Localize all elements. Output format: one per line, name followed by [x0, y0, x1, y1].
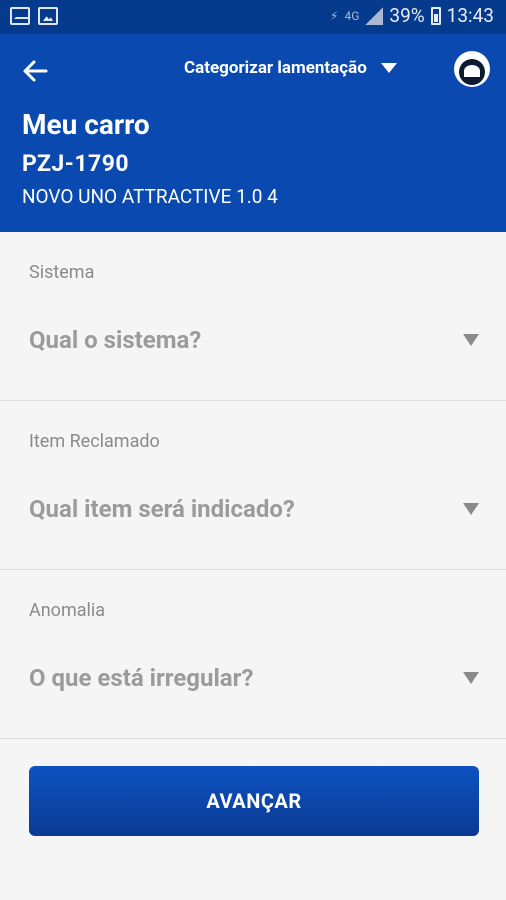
car-plate: PZJ-1790 — [22, 150, 130, 177]
select-placeholder: Qual o sistema? — [29, 326, 202, 354]
network-type-label: 4G — [344, 8, 360, 23]
category-dropdown[interactable]: Categorizar lamentação — [184, 58, 397, 78]
field-sistema: Sistema Qual o sistema? — [0, 232, 506, 401]
sistema-select[interactable]: Qual o sistema? — [29, 322, 481, 358]
clock: 13:43 — [446, 4, 494, 27]
field-label: Anomalia — [29, 600, 106, 621]
advance-button[interactable]: AVANÇAR — [29, 766, 479, 836]
dropdown-arrow-icon — [463, 334, 479, 346]
mail-notification-icon — [10, 7, 30, 25]
field-anomalia: Anomalia O que está irregular? — [0, 570, 506, 739]
back-arrow-icon[interactable] — [20, 56, 50, 86]
signal-icon — [365, 6, 384, 25]
page-title: Meu carro — [22, 108, 150, 141]
field-label: Sistema — [29, 262, 95, 283]
battery-icon — [430, 6, 441, 25]
app-header: Categorizar lamentação Meu carro PZJ-179… — [0, 34, 506, 232]
car-model: NOVO UNO ATTRACTIVE 1.0 4 — [22, 185, 278, 208]
item-reclamado-select[interactable]: Qual item será indicado? — [29, 491, 481, 527]
category-label: Categorizar lamentação — [184, 58, 367, 78]
image-notification-icon — [38, 7, 58, 25]
anomalia-select[interactable]: O que está irregular? — [29, 660, 481, 696]
dropdown-arrow-icon — [463, 503, 479, 515]
select-placeholder: O que está irregular? — [29, 664, 254, 692]
data-saver-icon: ⚡ — [330, 8, 339, 23]
field-item-reclamado: Item Reclamado Qual item será indicado? — [0, 401, 506, 570]
dropdown-arrow-icon — [463, 672, 479, 684]
battery-percent: 39% — [389, 4, 425, 27]
field-label: Item Reclamado — [29, 431, 160, 452]
status-bar: ⚡ 4G 39% 13:43 — [0, 0, 506, 34]
caret-down-icon — [380, 63, 397, 73]
brand-logo[interactable] — [454, 51, 490, 87]
select-placeholder: Qual item será indicado? — [29, 495, 295, 523]
